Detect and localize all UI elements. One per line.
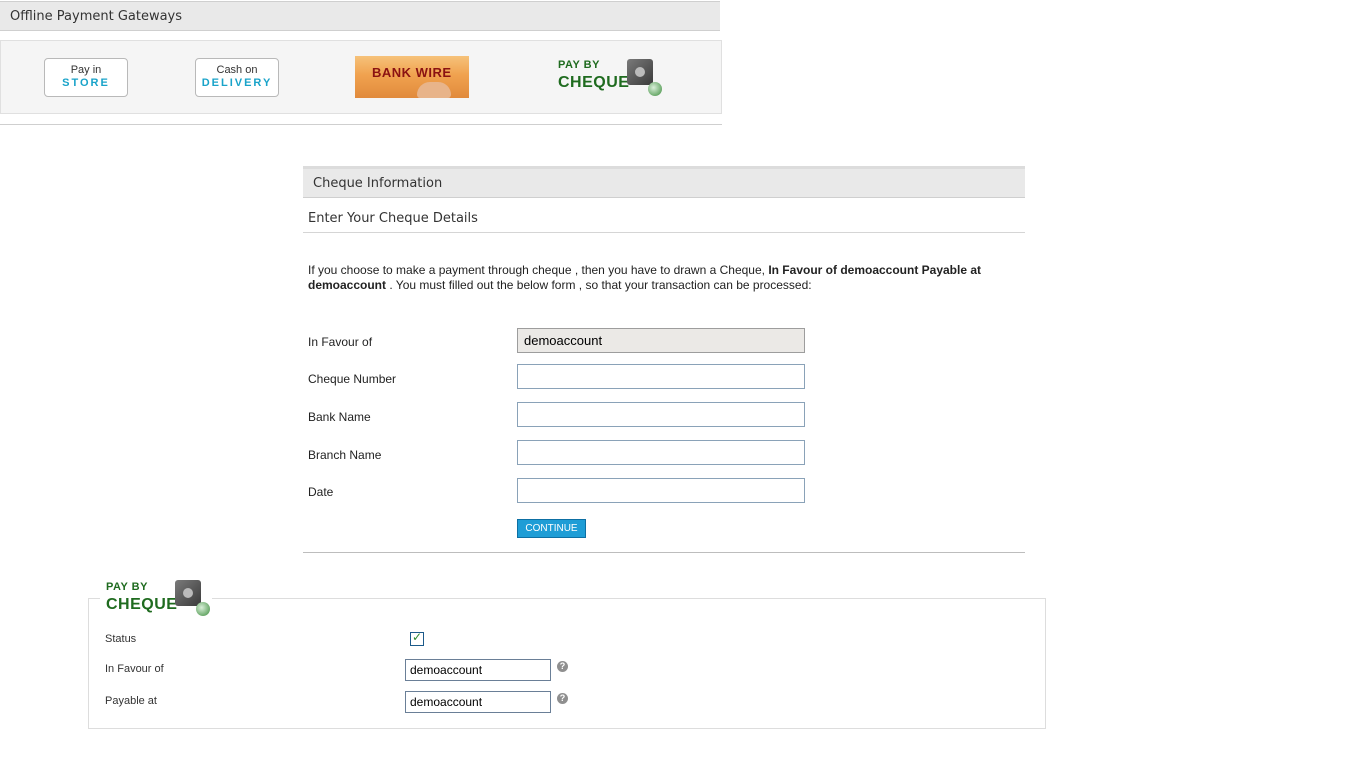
logo-line2: CHEQUE [106,596,178,613]
cash-on-delivery-line1: Cash on [216,64,258,76]
status-label: Status [105,633,137,645]
pay-by-cheque-logo: PAY BY CHEQUE [100,578,212,618]
payable-at-label: Payable at [105,695,157,707]
cash-on-delivery-line2: DELIVERY [201,77,273,89]
cheque-number-label: Cheque Number [308,372,397,386]
pay-in-store-line1: Pay in [70,64,102,76]
date-field[interactable] [517,478,805,503]
bank-wire-button[interactable]: BANK WIRE [355,56,469,98]
globe-icon [648,82,662,96]
status-checkbox[interactable]: ✓ [410,630,424,646]
instructions-text-end: . You must filled out the below form , s… [386,278,812,292]
branch-name-label: Branch Name [308,448,382,462]
cash-on-delivery-button[interactable]: Cash on DELIVERY [195,58,279,97]
cheque-info-title: Cheque Information [313,176,443,191]
bank-name-field[interactable] [517,402,805,427]
cheque-details-subtitle: Enter Your Cheque Details [308,211,478,226]
help-icon[interactable]: ? [557,661,568,672]
help-icon[interactable]: ? [557,693,568,704]
bank-name-label: Bank Name [308,410,371,424]
instructions-text: If you choose to make a payment through … [308,263,769,277]
branch-name-field[interactable] [517,440,805,465]
pay-in-store-button[interactable]: Pay in STORE [44,58,128,97]
pay-by-cheque-button[interactable]: PAY BY CHEQUE [555,56,669,98]
in-favour-label: In Favour of [308,335,373,349]
date-label: Date [308,485,334,499]
in-favour-setting-input[interactable] [405,659,551,681]
offline-gateways-title: Offline Payment Gateways [10,9,183,24]
hand-icon [417,82,451,98]
cheque-number-field[interactable] [517,364,805,389]
pay-in-store-line2: STORE [62,77,110,89]
in-favour-field[interactable] [517,328,805,353]
payable-at-input[interactable] [405,691,551,713]
in-favour-setting-label: In Favour of [105,663,164,675]
gateways-panel: Pay in STORE Cash on DELIVERY BANK WIRE … [0,40,722,114]
divider [303,552,1025,553]
logo-line1: PAY BY [106,581,148,593]
globe-icon [196,602,210,616]
cheque-info-header: Cheque Information [303,166,1025,198]
pay-by-cheque-line2: CHEQUE [558,74,630,91]
continue-button[interactable]: CONTINUE [517,519,586,538]
safe-icon [175,580,201,606]
bank-wire-label: BANK WIRE [372,65,452,80]
checkmark-icon: ✓ [411,630,423,644]
cheque-instructions: If you choose to make a payment through … [308,263,1008,293]
safe-icon [627,59,653,85]
divider [0,124,722,125]
offline-gateways-header: Offline Payment Gateways [0,1,720,31]
divider [303,232,1025,233]
pay-by-cheque-line1: PAY BY [558,59,600,71]
